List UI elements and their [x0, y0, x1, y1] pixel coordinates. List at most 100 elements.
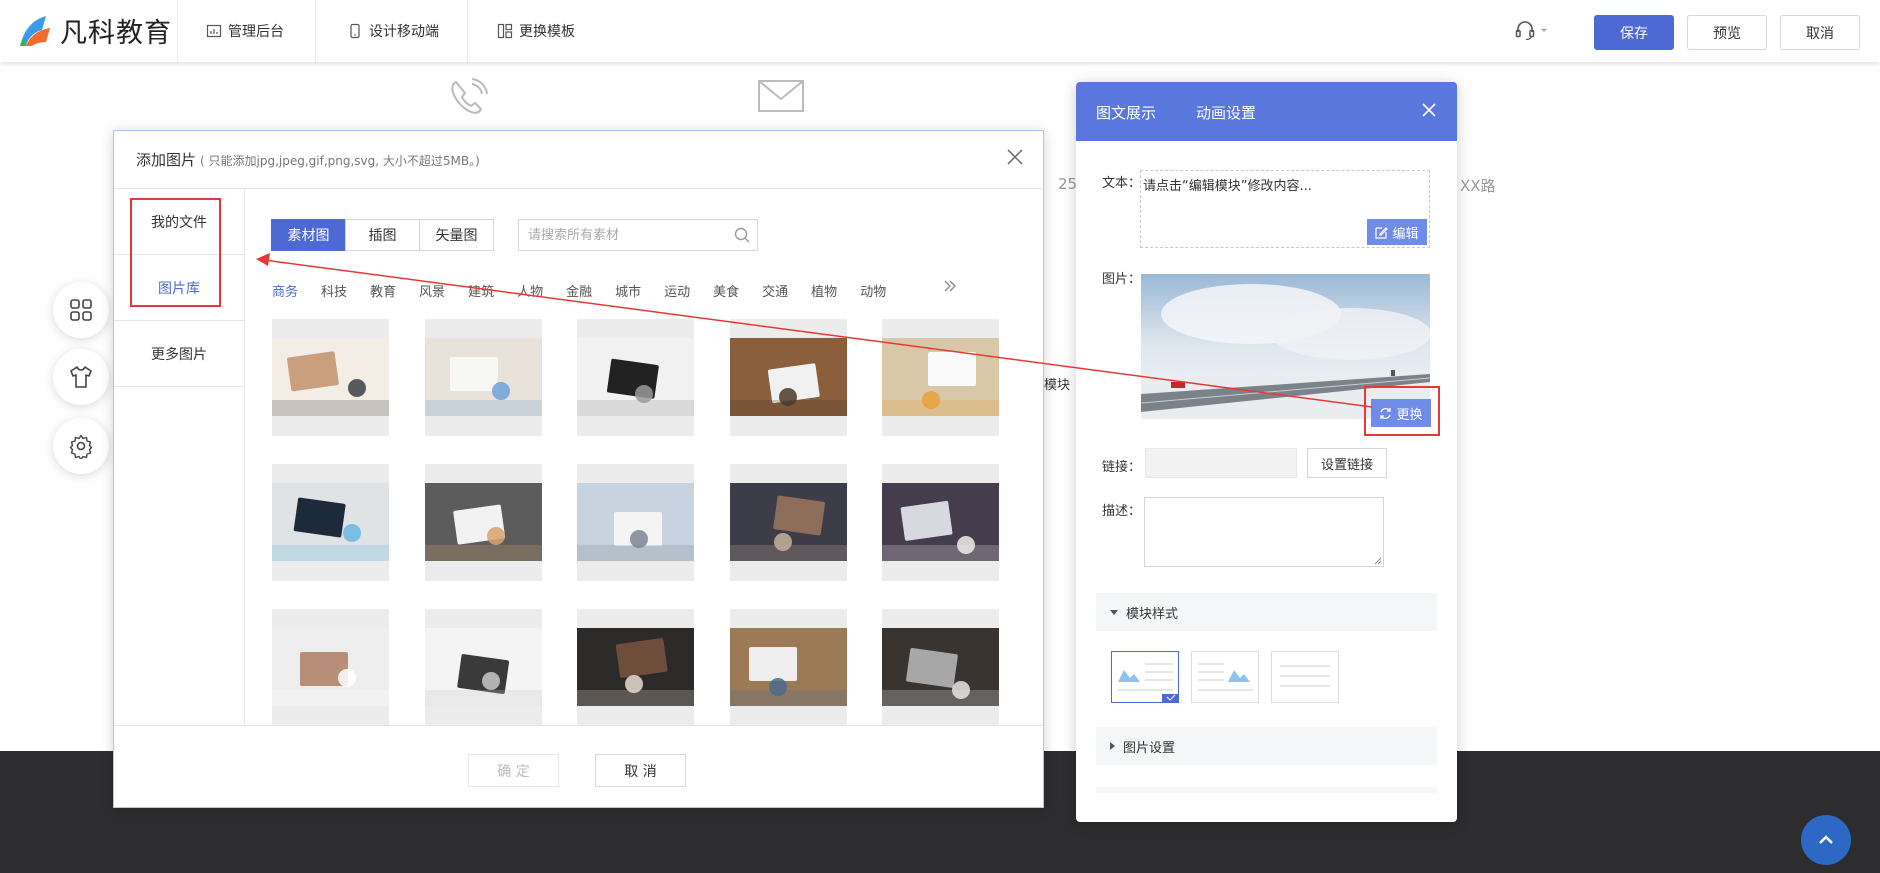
- double-chevron-right-icon[interactable]: [942, 278, 958, 294]
- image-thumbnail[interactable]: [272, 319, 389, 436]
- style-option-2[interactable]: [1191, 651, 1259, 703]
- search-input[interactable]: [519, 220, 719, 250]
- add-image-dialog: 添加图片( 只能添加jpg,jpeg,gif,png,svg, 大小不超过5MB…: [113, 130, 1044, 808]
- image-thumbnail[interactable]: [577, 464, 694, 581]
- thumbnail-photo: [272, 483, 389, 561]
- thumbnail-photo: [882, 338, 999, 416]
- nav-template[interactable]: 更换模板: [497, 0, 575, 62]
- category-0[interactable]: 商务: [272, 281, 298, 300]
- dialog-header: 添加图片( 只能添加jpg,jpeg,gif,png,svg, 大小不超过5MB…: [114, 131, 1043, 189]
- category-9[interactable]: 美食: [713, 281, 739, 300]
- phone-icon: [451, 78, 488, 114]
- link-label: 链接：: [1102, 460, 1142, 475]
- caret-down-icon: [1110, 609, 1118, 615]
- sidebar-item-library[interactable]: 图片库: [114, 255, 244, 321]
- sidebar-item-my-files[interactable]: 我的文件: [114, 189, 244, 255]
- dialog-cancel-button[interactable]: 取 消: [595, 754, 686, 787]
- snow-road-image: [1141, 274, 1430, 419]
- nav-admin[interactable]: 管理后台: [206, 0, 284, 62]
- dialog-footer: 确 定 取 消: [114, 725, 1043, 807]
- image-thumbnail[interactable]: [729, 609, 847, 726]
- category-1[interactable]: 科技: [321, 281, 347, 300]
- image-thumbnail[interactable]: [424, 464, 542, 581]
- mobile-icon: [350, 23, 360, 39]
- category-3[interactable]: 风景: [419, 281, 445, 300]
- sidebar-item-more[interactable]: 更多图片: [114, 321, 244, 387]
- back-to-top-button[interactable]: [1801, 815, 1851, 865]
- text-content-box[interactable]: 请点击“编辑模块”修改内容... 编辑: [1140, 170, 1430, 248]
- edit-button[interactable]: 编辑: [1367, 219, 1427, 245]
- dialog-hint: ( 只能添加jpg,jpeg,gif,png,svg, 大小不超过5MB。): [200, 154, 480, 168]
- image-thumbnail[interactable]: [729, 464, 847, 581]
- image-thumbnail[interactable]: [882, 319, 999, 436]
- layout-text-only-icon: [1280, 665, 1330, 687]
- category-10[interactable]: 交通: [762, 281, 788, 300]
- save-button[interactable]: 保存: [1594, 15, 1674, 50]
- category-12[interactable]: 动物: [860, 281, 886, 300]
- settings-button[interactable]: [53, 418, 109, 474]
- category-11[interactable]: 植物: [811, 281, 837, 300]
- resize-handle-icon[interactable]: [1374, 557, 1382, 565]
- image-thumbnail[interactable]: [882, 464, 999, 581]
- dialog-title: 添加图片( 只能添加jpg,jpeg,gif,png,svg, 大小不超过5MB…: [136, 149, 480, 170]
- style-option-3[interactable]: [1271, 651, 1339, 703]
- image-thumbnail[interactable]: [272, 609, 389, 726]
- image-thumbnail[interactable]: [424, 609, 542, 726]
- thumbnail-photo: [882, 483, 999, 561]
- tab-vector[interactable]: 矢量图: [419, 219, 494, 251]
- description-textarea[interactable]: [1144, 497, 1384, 567]
- close-icon[interactable]: [1421, 102, 1437, 118]
- logo[interactable]: 凡科教育: [16, 10, 176, 50]
- refresh-icon: [1380, 407, 1392, 419]
- modules-button[interactable]: [53, 282, 109, 338]
- category-7[interactable]: 城市: [615, 281, 641, 300]
- image-settings-section[interactable]: 图片设置: [1096, 727, 1437, 765]
- tab-graphic-display[interactable]: 图文展示: [1096, 102, 1156, 123]
- panel-header: 图文展示 动画设置: [1076, 82, 1457, 141]
- tab-illustration[interactable]: 插图: [345, 219, 420, 251]
- bg-text-left: 25: [1058, 175, 1078, 193]
- theme-button[interactable]: [53, 349, 109, 405]
- category-5[interactable]: 人物: [517, 281, 543, 300]
- category-6[interactable]: 金融: [566, 281, 592, 300]
- edit-button-label: 编辑: [1392, 226, 1419, 242]
- section-divider: [1096, 787, 1437, 793]
- image-thumbnail[interactable]: [424, 319, 542, 436]
- set-link-button[interactable]: 设置链接: [1307, 448, 1387, 478]
- thumbnail-photo: [272, 628, 389, 706]
- image-thumbnail[interactable]: [272, 464, 389, 581]
- module-settings-panel: 图文展示 动画设置 文本： 请点击“编辑模块”修改内容... 编辑 图片： 更换…: [1076, 82, 1457, 822]
- text-label: 文本：: [1102, 176, 1142, 191]
- search-icon[interactable]: [733, 226, 751, 244]
- tab-animation[interactable]: 动画设置: [1196, 102, 1256, 123]
- image-thumbnail[interactable]: [729, 319, 847, 436]
- nav-mobile-label: 设计移动端: [369, 24, 439, 40]
- module-style-title: 模块样式: [1126, 606, 1179, 622]
- caret-right-icon: [1110, 742, 1115, 750]
- chevron-down-icon: [1541, 29, 1547, 32]
- tab-material[interactable]: 素材图: [271, 219, 346, 251]
- module-style-section[interactable]: 模块样式: [1096, 593, 1437, 631]
- cancel-button[interactable]: 取消: [1780, 15, 1860, 50]
- style-option-1[interactable]: [1111, 651, 1179, 703]
- support-button[interactable]: [1514, 19, 1549, 41]
- image-thumbnail[interactable]: [882, 609, 999, 726]
- nav-mobile[interactable]: 设计移动端: [347, 0, 439, 62]
- confirm-button[interactable]: 确 定: [468, 754, 559, 787]
- search-box: [518, 219, 758, 251]
- close-icon[interactable]: [1005, 147, 1025, 167]
- chart-icon: [206, 24, 222, 38]
- thumbnail-photo: [577, 628, 694, 706]
- link-input[interactable]: [1145, 448, 1297, 478]
- category-4[interactable]: 建筑: [468, 281, 494, 300]
- image-thumbnail[interactable]: [577, 609, 694, 726]
- thumbnail-photo: [577, 338, 694, 416]
- category-2[interactable]: 教育: [370, 281, 396, 300]
- category-8[interactable]: 运动: [664, 281, 690, 300]
- bg-text-mid: 模块: [1044, 378, 1071, 393]
- image-thumbnail[interactable]: [577, 319, 694, 436]
- logo-text: 凡科教育: [60, 17, 172, 49]
- replace-image-button[interactable]: 更换: [1371, 399, 1431, 427]
- edit-icon: [1375, 226, 1389, 239]
- preview-button[interactable]: 预览: [1687, 15, 1767, 50]
